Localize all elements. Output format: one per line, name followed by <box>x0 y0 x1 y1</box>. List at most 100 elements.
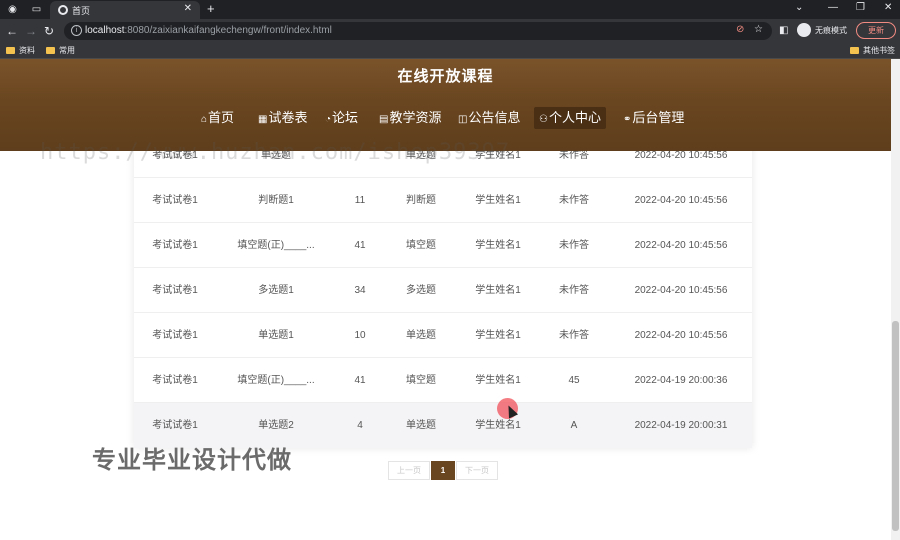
nav-item-teaching-resources[interactable]: ▤教学资源 <box>374 107 446 129</box>
table-row[interactable]: 考试试卷1 填空题(正)____... 41 填空题 学生姓名1 未作答 202… <box>134 223 752 268</box>
table-cell: 学生姓名1 <box>475 240 521 251</box>
table-cell: 41 <box>354 240 366 251</box>
folder-icon <box>6 47 15 54</box>
table-cell: 41 <box>354 375 366 386</box>
nav-item-forum[interactable]: ◔论坛 <box>320 107 363 129</box>
table-cell: 学生姓名1 <box>475 195 521 206</box>
table-cell: 单选题1 <box>258 330 294 341</box>
page-number-button[interactable]: 1 <box>431 461 455 480</box>
bookmark-folder[interactable]: 资料 <box>6 45 35 56</box>
nav-item-exam-papers[interactable]: ▦试卷表 <box>253 107 312 129</box>
book-icon: ▤ <box>379 114 389 125</box>
nav-item-home[interactable]: ⌂首页 <box>196 107 239 129</box>
table-row[interactable]: 考试试卷1 填空题(正)____... 41 填空题 学生姓名1 45 2022… <box>134 358 752 403</box>
incognito-avatar-icon[interactable] <box>797 23 811 37</box>
table-cell: 多选题 <box>406 285 436 296</box>
forward-icon[interactable]: → <box>25 23 37 39</box>
back-icon[interactable]: ← <box>6 23 18 39</box>
table-cell: 填空题(正)____... <box>237 240 315 251</box>
table-cell: 学生姓名1 <box>475 285 521 296</box>
table-row[interactable]: 考试试卷1 多选题1 34 多选题 学生姓名1 未作答 2022-04-20 1… <box>134 268 752 313</box>
table-cell: 未作答 <box>559 330 589 341</box>
table-cell: 考试试卷1 <box>152 375 198 386</box>
home-icon: ⌂ <box>201 114 208 125</box>
chat-icon: ◔ <box>325 114 332 125</box>
sidebar-icon[interactable]: ◧ <box>779 23 788 39</box>
table-cell: 考试试卷1 <box>152 330 198 341</box>
folder-icon <box>850 47 859 54</box>
nav-item-announcements[interactable]: ◫公告信息 <box>453 107 525 129</box>
table-cell: A <box>570 420 578 431</box>
table-cell: 34 <box>354 285 366 296</box>
table-cell: 考试试卷1 <box>152 240 198 251</box>
reload-icon[interactable]: ↻ <box>44 23 54 39</box>
info-icon[interactable]: i <box>71 25 82 36</box>
star-icon[interactable]: ☆ <box>754 24 763 35</box>
grid-icon: ▦ <box>258 114 268 125</box>
table-row[interactable]: 考试试卷1 单选题1 10 单选题 学生姓名1 未作答 2022-04-20 1… <box>134 313 752 358</box>
table-cell: 2022-04-20 10:45:56 <box>634 285 728 296</box>
table-cell: 填空题(正)____... <box>237 375 315 386</box>
table-row[interactable]: 考试试卷1 判断题1 11 判断题 学生姓名1 未作答 2022-04-20 1… <box>134 178 752 223</box>
address-bar[interactable]: i localhost:8080/zaixiankaifangkechengw/… <box>64 22 772 40</box>
folder-icon <box>46 47 55 54</box>
table-cell: 未作答 <box>559 195 589 206</box>
table-cell: 2022-04-20 10:45:56 <box>634 195 728 206</box>
nav-item-personal-center[interactable]: ⚇个人中心 <box>534 107 606 129</box>
ad-overlay-text: 专业毕业设计代做 <box>92 447 292 474</box>
table-cell: 2022-04-20 10:45:56 <box>634 240 728 251</box>
prev-page-button[interactable]: 上一页 <box>388 461 430 480</box>
globe-icon <box>58 5 68 15</box>
window-close-icon[interactable]: ✕ <box>884 2 892 13</box>
notice-icon: ◫ <box>458 114 468 125</box>
tab-search-icon[interactable]: ▭ <box>30 3 43 16</box>
browser-toolbar: ← → ↻ i localhost:8080/zaixiankaifangkec… <box>0 19 900 43</box>
bookmark-folder[interactable]: 常用 <box>46 45 75 56</box>
page-scrollbar[interactable] <box>891 59 900 540</box>
browser-menu-icon[interactable]: ◉ <box>6 3 19 16</box>
browser-tab-bar: ◉ ▭ 首页 ✕ + ⌄ — ❐ ✕ <box>0 0 900 19</box>
watermark-text: https://www.huzhan.com/ishop39397 <box>40 140 511 165</box>
blocked-icon[interactable]: ⊘ <box>736 24 744 35</box>
restore-icon[interactable]: ❐ <box>856 2 865 13</box>
table-cell: 判断题1 <box>258 195 294 206</box>
table-cell: 考试试卷1 <box>152 285 198 296</box>
close-icon[interactable]: ✕ <box>184 3 192 14</box>
next-page-button[interactable]: 下一页 <box>456 461 498 480</box>
table-cell: 多选题1 <box>258 285 294 296</box>
table-cell: 10 <box>354 330 366 341</box>
records-table: 考试试卷1 单选题 单选题 学生姓名1 未作答 2022-04-20 10:45… <box>134 133 752 448</box>
table-cell: 2022-04-19 20:00:31 <box>634 420 728 431</box>
table-cell: 4 <box>357 420 363 431</box>
browser-tab[interactable]: 首页 ✕ <box>50 1 200 19</box>
link-icon: ⚭ <box>623 114 632 125</box>
new-tab-icon[interactable]: + <box>207 1 215 16</box>
table-cell: 单选题 <box>406 420 436 431</box>
scrollbar-thumb[interactable] <box>892 321 899 531</box>
table-cell: 考试试卷1 <box>152 195 198 206</box>
table-cell: 填空题 <box>406 240 436 251</box>
nav-item-admin[interactable]: ⚭后台管理 <box>618 107 689 129</box>
table-cell: 未作答 <box>559 285 589 296</box>
minimize-icon[interactable]: — <box>828 2 838 13</box>
table-cell: 判断题 <box>406 195 436 206</box>
table-cell: 单选题 <box>406 330 436 341</box>
bookmark-folder[interactable]: 其他书签 <box>850 45 895 56</box>
table-cell: 填空题 <box>406 375 436 386</box>
bookmarks-bar: 资料 常用 其他书签 <box>0 43 900 59</box>
user-icon: ⚇ <box>539 114 548 125</box>
table-cell: 学生姓名1 <box>475 375 521 386</box>
site-header: 在线开放课程 ⌂首页 ▦试卷表 ◔论坛 ▤教学资源 ◫公告信息 ⚇个人中心 ⚭后… <box>0 59 891 151</box>
browser-tab-title: 首页 <box>72 6 91 16</box>
table-cell: 45 <box>568 375 580 386</box>
profile-label[interactable]: 无痕模式 <box>815 25 847 36</box>
table-cell: 2022-04-20 10:45:56 <box>634 330 728 341</box>
chevron-down-icon[interactable]: ⌄ <box>795 2 803 13</box>
update-button[interactable]: 更新 <box>856 22 896 39</box>
url-text[interactable]: localhost:8080/zaixiankaifangkechengw/fr… <box>85 25 332 36</box>
table-cell: 学生姓名1 <box>475 330 521 341</box>
table-cell: 未作答 <box>559 240 589 251</box>
table-cell: 11 <box>354 195 366 206</box>
table-cell: 2022-04-19 20:00:36 <box>634 375 728 386</box>
site-title: 在线开放课程 <box>397 68 494 85</box>
